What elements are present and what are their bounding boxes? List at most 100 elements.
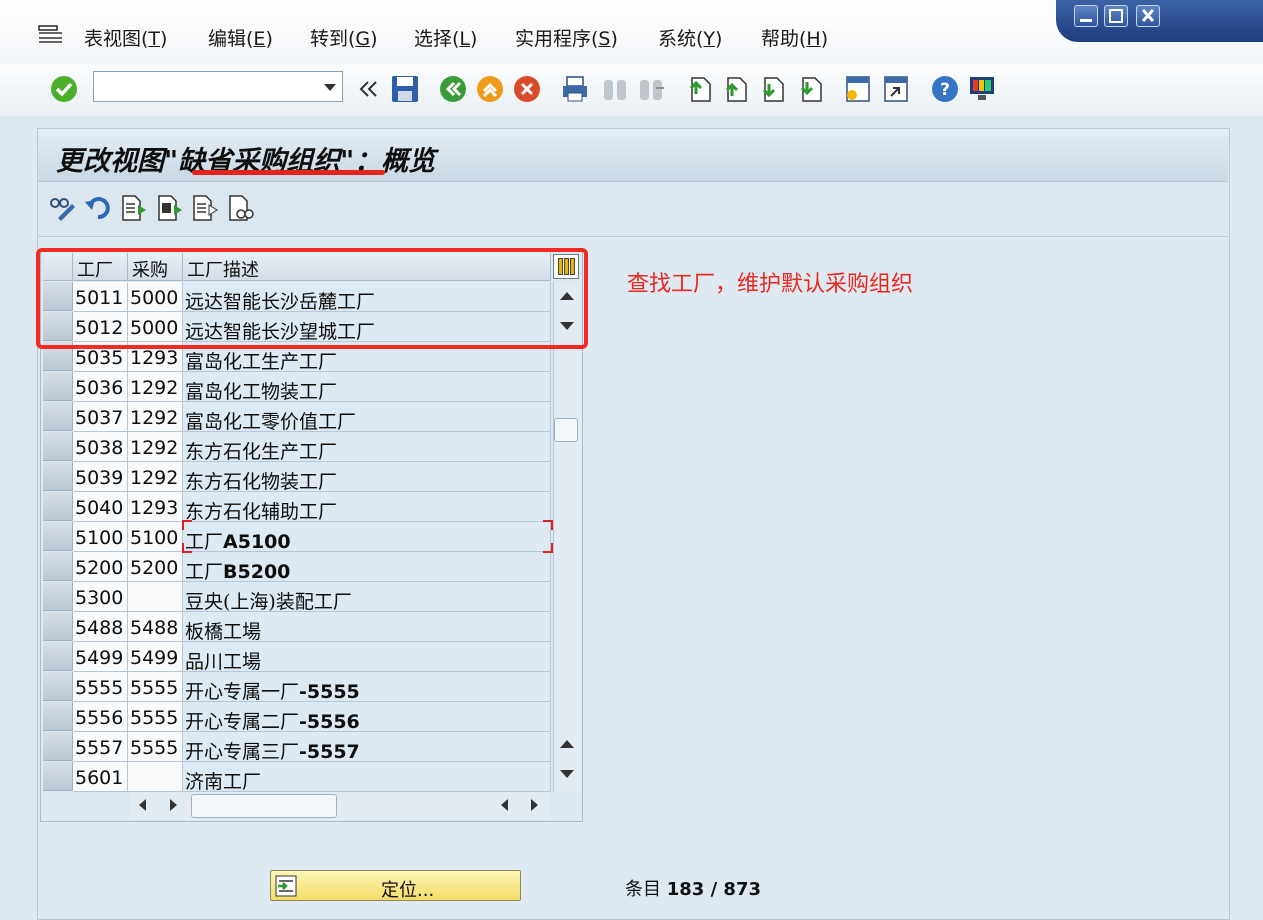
horizontal-scroll-thumb[interactable] [191, 794, 337, 818]
table-row[interactable]: 5200 5200 工厂B5200 [43, 552, 551, 582]
cell-purch-org[interactable]: 1292 [128, 462, 183, 492]
cell-purch-org[interactable]: 1293 [128, 492, 183, 522]
cell-plant-desc[interactable]: 工厂B5200 [183, 552, 551, 582]
cell-purch-org[interactable]: 1292 [128, 372, 183, 402]
cell-plant-desc[interactable]: 开心专属三厂-5557 [183, 732, 551, 762]
create-session-icon[interactable] [843, 74, 873, 104]
cell-purch-org[interactable]: 5488 [128, 612, 183, 642]
cell-purch-org[interactable]: 5499 [128, 642, 183, 672]
row-selector[interactable] [43, 432, 73, 461]
table-row[interactable]: 5499 5499 品川工場 [43, 642, 551, 672]
scroll-left-icon[interactable] [501, 799, 508, 811]
next-page-icon[interactable] [757, 74, 787, 104]
cell-purch-org[interactable]: 5555 [128, 702, 183, 732]
row-selector[interactable] [43, 612, 73, 641]
row-selector[interactable] [43, 492, 73, 521]
cell-plant-desc[interactable]: 工厂A5100 [183, 522, 551, 552]
help-icon[interactable]: ? [930, 74, 960, 104]
generate-shortcut-icon[interactable] [881, 74, 911, 104]
locate-button[interactable]: 定位... [270, 870, 521, 901]
row-selector[interactable] [43, 372, 73, 401]
cell-plant-desc[interactable]: 品川工場 [183, 642, 551, 672]
display-change-icon[interactable] [48, 194, 76, 222]
table-row[interactable]: 5036 1292 富岛化工物装工厂 [43, 372, 551, 402]
vertical-scrollbar[interactable] [553, 282, 582, 792]
double-chevron-left-icon[interactable] [354, 74, 384, 104]
cancel-icon[interactable] [512, 74, 542, 104]
previous-page-icon[interactable] [720, 74, 750, 104]
menu-list-icon[interactable] [38, 24, 64, 44]
table-row[interactable]: 5556 5555 开心专属二厂-5556 [43, 702, 551, 732]
table-row[interactable]: 5601 济南工厂 [43, 762, 551, 792]
scroll-down-icon[interactable] [560, 770, 574, 778]
row-selector[interactable] [43, 642, 73, 671]
cell-plant-desc[interactable]: 富岛化工零价值工厂 [183, 402, 551, 432]
cell-plant-desc[interactable]: 板橋工場 [183, 612, 551, 642]
customize-layout-icon[interactable] [967, 74, 997, 104]
print-field-list-icon[interactable] [227, 194, 255, 222]
cell-plant-desc[interactable]: 东方石化物装工厂 [183, 462, 551, 492]
scroll-right-icon[interactable] [170, 799, 177, 811]
find-next-icon[interactable] [636, 74, 666, 104]
row-selector[interactable] [43, 462, 73, 491]
exit-icon[interactable] [475, 74, 505, 104]
back-icon[interactable] [438, 74, 468, 104]
table-row[interactable]: 5039 1292 东方石化物装工厂 [43, 462, 551, 492]
cell-plant-desc[interactable]: 济南工厂 [183, 762, 551, 792]
table-row[interactable]: 5555 5555 开心专属一厂-5555 [43, 672, 551, 702]
undo-icon[interactable] [84, 194, 112, 222]
row-selector[interactable] [43, 582, 73, 611]
row-selector[interactable] [43, 732, 73, 761]
cell-purch-org[interactable]: 5555 [128, 732, 183, 762]
last-page-icon[interactable] [795, 74, 825, 104]
select-all-icon[interactable] [120, 194, 148, 222]
cell-purch-org[interactable]: 5555 [128, 672, 183, 702]
menu-item-l[interactable]: 选择(L) [414, 24, 477, 51]
close-button[interactable] [1136, 5, 1160, 27]
maximize-button[interactable] [1104, 5, 1128, 27]
command-field[interactable] [93, 71, 343, 102]
cell-purch-org[interactable] [128, 582, 183, 612]
cell-purch-org[interactable]: 5100 [128, 522, 183, 552]
cell-purch-org[interactable]: 1292 [128, 432, 183, 462]
menu-item-y[interactable]: 系统(Y) [658, 24, 722, 51]
deselect-all-icon[interactable] [191, 194, 219, 222]
table-row[interactable]: 5037 1292 富岛化工零价值工厂 [43, 402, 551, 432]
menu-item-s[interactable]: 实用程序(S) [515, 24, 618, 51]
row-selector[interactable] [43, 402, 73, 431]
table-row[interactable]: 5100 5100 工厂A5100 [43, 522, 551, 552]
table-row[interactable]: 5300 豆央(上海)装配工厂 [43, 582, 551, 612]
cell-purch-org[interactable] [128, 762, 183, 792]
save-icon[interactable] [390, 74, 420, 104]
table-row[interactable]: 5038 1292 东方石化生产工厂 [43, 432, 551, 462]
menu-item-t[interactable]: 表视图(T) [84, 24, 167, 51]
print-icon[interactable] [560, 74, 590, 104]
minimize-button[interactable] [1074, 5, 1098, 27]
table-row[interactable]: 5488 5488 板橋工場 [43, 612, 551, 642]
row-selector[interactable] [43, 552, 73, 581]
cell-plant-desc[interactable]: 开心专属一厂-5555 [183, 672, 551, 702]
cell-purch-org[interactable]: 5200 [128, 552, 183, 582]
vertical-scroll-thumb[interactable] [554, 418, 578, 442]
cell-plant-desc[interactable]: 东方石化辅助工厂 [183, 492, 551, 522]
row-selector[interactable] [43, 762, 73, 791]
table-row[interactable]: 5557 5555 开心专属三厂-5557 [43, 732, 551, 762]
cell-plant-desc[interactable]: 豆央(上海)装配工厂 [183, 582, 551, 612]
row-selector[interactable] [43, 522, 73, 551]
cell-plant-desc[interactable]: 富岛化工物装工厂 [183, 372, 551, 402]
select-block-icon[interactable] [156, 194, 184, 222]
cell-purch-org[interactable]: 1292 [128, 402, 183, 432]
cell-plant-desc[interactable]: 东方石化生产工厂 [183, 432, 551, 462]
menu-item-e[interactable]: 编辑(E) [208, 24, 273, 51]
row-selector[interactable] [43, 672, 73, 701]
enter-check-icon[interactable] [49, 74, 79, 104]
menu-item-g[interactable]: 转到(G) [310, 24, 378, 51]
scroll-up-icon[interactable] [560, 740, 574, 748]
find-icon[interactable] [600, 74, 630, 104]
chevron-down-icon[interactable] [324, 84, 336, 91]
row-selector[interactable] [43, 702, 73, 731]
scroll-right-icon[interactable] [531, 799, 538, 811]
menu-item-h[interactable]: 帮助(H) [761, 24, 828, 51]
cell-plant-desc[interactable]: 开心专属二厂-5556 [183, 702, 551, 732]
table-row[interactable]: 5040 1293 东方石化辅助工厂 [43, 492, 551, 522]
